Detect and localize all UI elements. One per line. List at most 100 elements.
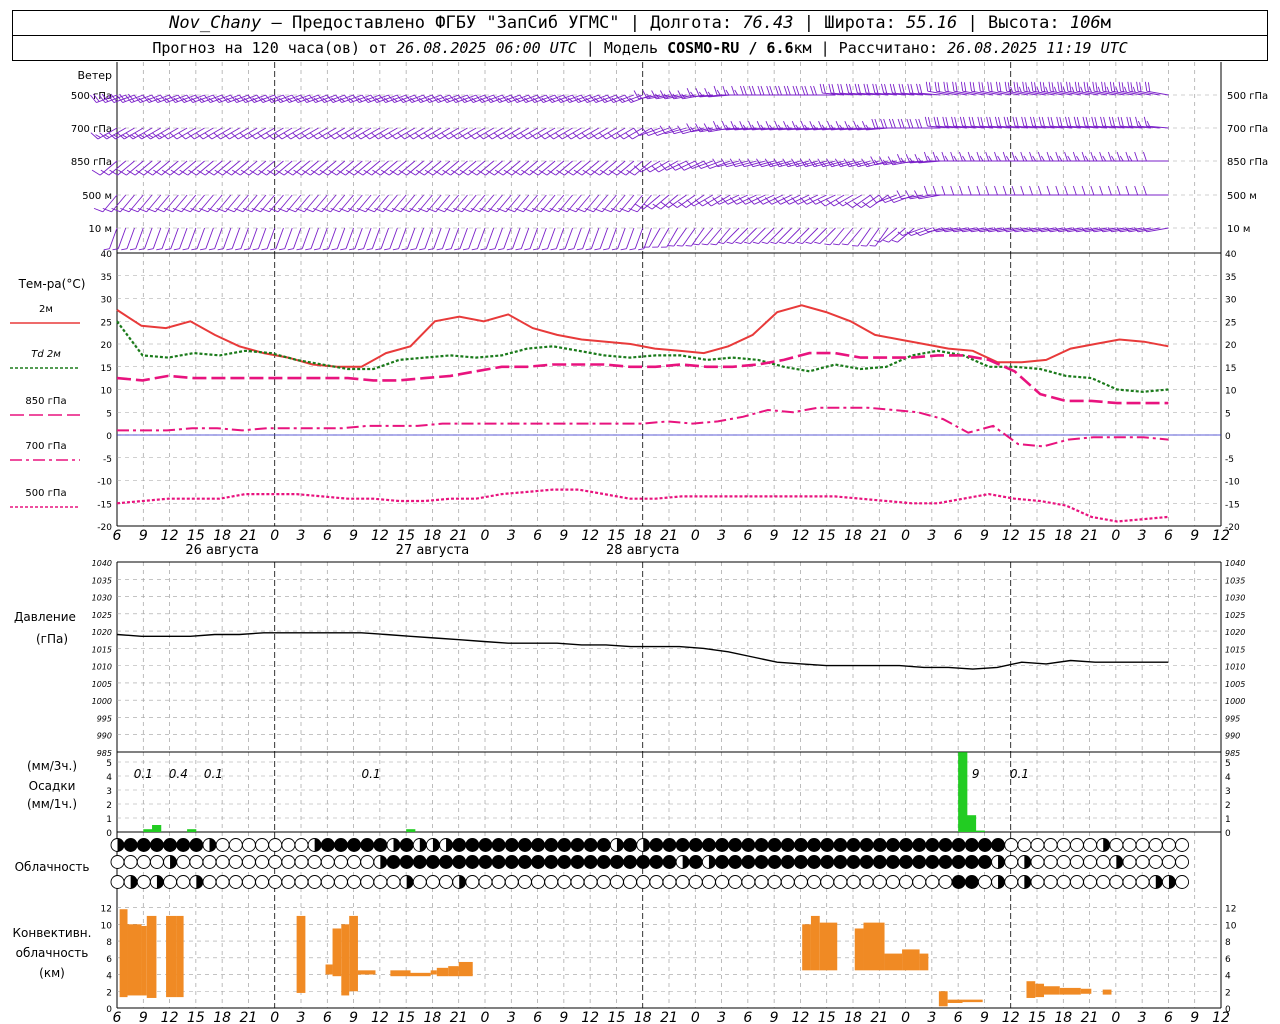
wind-barb-feather — [880, 118, 884, 129]
wind-barb-feather — [695, 88, 701, 98]
wind-barb-feather — [918, 118, 923, 129]
cloud-octa-circle — [320, 875, 335, 889]
cloud-octa-fill — [557, 838, 571, 852]
wind-level-label-left: 500 м — [82, 191, 112, 202]
wind-barb-feather — [1015, 117, 1019, 127]
wind-barb-feather — [642, 165, 651, 173]
wind-barb-feather — [752, 241, 759, 244]
wind-barb-feather — [884, 84, 888, 94]
wind-barb-staff — [258, 227, 267, 249]
wind-barb-feather — [927, 117, 931, 127]
cloud-octa-circle — [320, 855, 335, 869]
cloud-octa-fill — [1024, 875, 1031, 889]
cloud-octa-circle — [307, 855, 322, 869]
wind-barb-feather — [695, 199, 703, 207]
cloud-octa-fill — [794, 855, 808, 869]
wind-barb-staff — [700, 160, 722, 169]
convective-bar — [325, 964, 333, 975]
cloud-octa-circle — [609, 875, 624, 889]
wind-barb-feather — [970, 155, 975, 162]
wind-barb-staff — [179, 227, 188, 249]
conv-xtick-label: 15 — [1028, 1010, 1046, 1024]
wind-barb-staff — [789, 194, 810, 205]
temp-xtick-label: 9 — [980, 528, 989, 544]
temp-xtick-label: 18 — [1054, 528, 1072, 544]
convective-bar — [448, 966, 459, 977]
wind-barb-feather — [1027, 86, 1031, 93]
temp-ytick-right: 30 — [1225, 296, 1237, 306]
wind-barb-feather — [200, 248, 206, 251]
wind-barb-feather — [716, 89, 721, 96]
wind-barb-feather — [1084, 155, 1089, 162]
wind-barb-staff — [266, 227, 276, 249]
pressure-ytick-left: 1020 — [92, 628, 112, 637]
wind-barb-staff — [406, 227, 416, 249]
wind-barb-staff — [582, 227, 591, 249]
wind-title: Ветер — [78, 69, 112, 82]
pressure-ytick-left: 990 — [97, 732, 112, 741]
convective-bar — [390, 970, 411, 977]
precip-ytick-right: 0 — [1225, 829, 1231, 839]
wind-barb-feather — [905, 154, 911, 164]
precip-bar — [406, 829, 416, 832]
wind-barb-feather — [598, 132, 607, 140]
temp-xtick-label: 3 — [297, 528, 306, 544]
cloud-octa-fill — [939, 838, 952, 852]
wind-barb-staff — [477, 227, 486, 249]
convective-bar — [341, 924, 350, 996]
pressure-ytick-right: 995 — [1225, 714, 1240, 723]
wind-barb-feather — [987, 81, 990, 92]
wind-barb-feather — [1093, 155, 1098, 162]
wind-barb-staff — [749, 227, 766, 244]
temp-xtick-label: 15 — [818, 528, 836, 544]
wind-barb-staff — [301, 227, 311, 249]
wind-barb-feather — [744, 241, 750, 244]
wind-barb-feather — [751, 85, 756, 96]
conv-ytick-right: 6 — [1225, 955, 1231, 965]
precip-ytick-left: 1 — [106, 815, 112, 825]
wind-barb-feather — [896, 154, 902, 164]
wind-barb-feather — [603, 248, 609, 251]
wind-level-label-right: 500 м — [1227, 191, 1257, 202]
wind-barb-feather — [925, 81, 929, 92]
wind-barb-feather — [1081, 151, 1086, 162]
cloud-octa-fill — [321, 838, 335, 852]
cloud-octa-fill — [952, 855, 966, 869]
temp-ytick-left: -10 — [97, 478, 112, 488]
wind-barb-feather — [928, 82, 932, 92]
cloud-octa-circle — [465, 875, 480, 889]
wind-barb-feather — [568, 248, 574, 251]
wind-barb-feather — [467, 132, 476, 140]
cloud-octa-fill — [860, 838, 874, 852]
temp-ytick-right: 40 — [1225, 250, 1237, 260]
wind-barb-staff — [829, 227, 845, 246]
wind-barb-feather — [493, 132, 502, 140]
wind-barb-feather — [305, 248, 312, 251]
wind-barb-feather — [1143, 185, 1147, 196]
cloud-octa-circle — [255, 855, 270, 869]
cloud-octa-circle — [202, 875, 217, 889]
cloud-octa-circle — [255, 875, 270, 889]
wind-barb-feather — [1136, 81, 1139, 92]
wind-barb-feather — [322, 248, 329, 251]
wind-barb-feather — [1116, 185, 1121, 196]
wind-barb-staff — [754, 194, 775, 205]
cloud-octa-circle — [347, 875, 362, 889]
temp-xtick-label: 21 — [240, 528, 258, 544]
cloud-octa-circle — [557, 875, 572, 889]
wind-barb-feather — [576, 248, 583, 251]
wind-barb-staff — [727, 194, 749, 205]
wind-barb-staff — [842, 194, 862, 207]
wind-barb-feather — [968, 116, 972, 127]
wind-barb-feather — [204, 132, 213, 140]
pressure-ytick-right: 1025 — [1225, 611, 1245, 620]
wind-barb-feather — [1080, 86, 1084, 93]
wind-barb-staff — [310, 227, 319, 249]
cloud-octa-circle — [583, 875, 598, 889]
wind-barb-feather — [731, 85, 736, 96]
wind-barb-feather — [994, 151, 998, 162]
cloud-octa-fill — [741, 838, 755, 852]
wind-barb-feather — [340, 248, 347, 251]
wind-barb-feather — [897, 118, 902, 129]
wind-barb-feather — [1132, 86, 1136, 93]
